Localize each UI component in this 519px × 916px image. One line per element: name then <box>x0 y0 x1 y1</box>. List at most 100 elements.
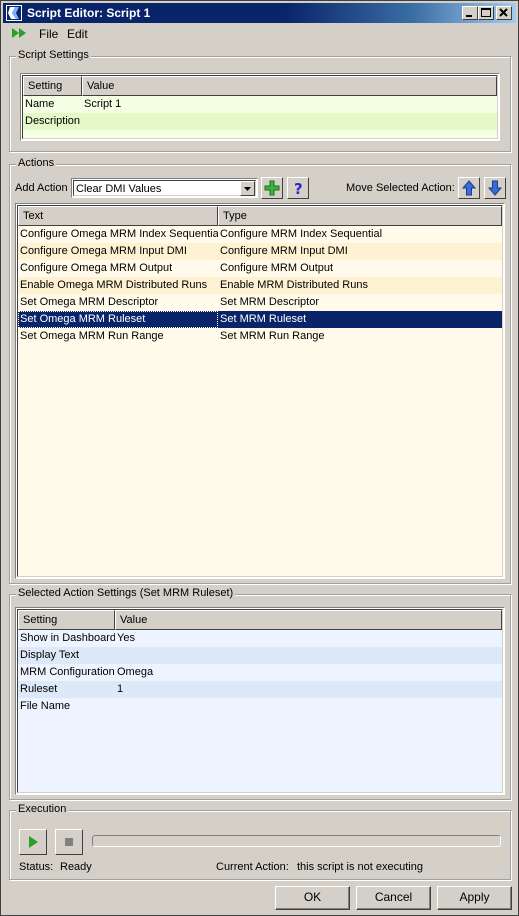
actions-group: Actions Add Action Clear DMI Values ? Mo… <box>9 157 511 584</box>
status-value: Ready <box>60 861 92 873</box>
help-button[interactable]: ? <box>287 177 309 199</box>
script-settings-group: Script Settings Setting Value Name Scrip… <box>9 49 511 152</box>
execution-progress-bar <box>92 835 501 847</box>
script-editor-app-icon <box>6 5 22 21</box>
action-row[interactable]: Configure Omega MRM Output Configure MRM … <box>18 260 502 277</box>
action-text-cell: Set Omega MRM Run Range <box>20 330 164 342</box>
help-icon: ? <box>294 180 303 196</box>
setting-name-cell: Show in Dashboard <box>20 632 115 644</box>
setting-value-cell[interactable]: Yes <box>115 630 502 647</box>
setting-name-cell: File Name <box>20 700 71 712</box>
close-button[interactable] <box>496 6 512 20</box>
current-action-value: this script is not executing <box>297 861 423 873</box>
script-settings-title: Script Settings <box>16 49 91 61</box>
setting-value-cell[interactable] <box>115 647 502 664</box>
action-text-cell: Configure Omega MRM Input DMI <box>20 245 187 257</box>
setting-value-cell[interactable]: Omega <box>115 664 502 681</box>
chevron-down-icon[interactable] <box>240 181 255 196</box>
table-header: Setting Value <box>23 76 497 96</box>
action-type-cell: Enable MRM Distributed Runs <box>220 279 368 291</box>
move-down-icon <box>487 180 503 196</box>
selected-action-settings-title: Selected Action Settings (Set MRM Rulese… <box>16 587 236 599</box>
menu-edit[interactable]: Edit <box>67 27 88 41</box>
table-header: Setting Value <box>18 610 502 630</box>
minimize-button[interactable] <box>462 6 478 20</box>
setting-value-cell[interactable]: 1 <box>115 681 502 698</box>
menu-bar: File Edit <box>3 25 516 43</box>
setting-row[interactable]: Display Text <box>18 647 502 664</box>
add-action-button[interactable] <box>261 177 283 199</box>
title-bar[interactable]: Script Editor: Script 1 <box>3 3 516 23</box>
table-row[interactable]: Description <box>23 113 497 130</box>
execution-title: Execution <box>16 803 69 815</box>
action-text-cell: Enable Omega MRM Distributed Runs <box>20 279 208 291</box>
ok-button[interactable]: OK <box>275 886 350 910</box>
setting-row[interactable]: Ruleset 1 <box>18 681 502 698</box>
table-row-empty <box>23 130 497 138</box>
setting-row[interactable]: Show in Dashboard Yes <box>18 630 502 647</box>
action-text-cell: Configure Omega MRM Index Sequential <box>20 228 218 240</box>
move-up-button[interactable] <box>458 177 480 199</box>
stop-icon <box>65 838 73 846</box>
value-cell[interactable]: Script 1 <box>82 96 497 113</box>
add-action-value: Clear DMI Values <box>76 183 162 195</box>
script-editor-window: Script Editor: Script 1 File Edit Script… <box>0 0 519 916</box>
add-action-label: Add Action <box>15 182 68 194</box>
action-row[interactable]: Set Omega MRM Ruleset Set MRM Ruleset <box>18 311 502 328</box>
column-header-value[interactable]: Value <box>82 76 497 96</box>
action-type-cell: Set MRM Ruleset <box>220 313 307 325</box>
action-type-cell: Configure MRM Output <box>220 262 334 274</box>
setting-cell: Name <box>25 98 55 110</box>
setting-row[interactable]: MRM Configuration Omega <box>18 664 502 681</box>
window-title: Script Editor: Script 1 <box>27 6 151 20</box>
column-header-setting[interactable]: Setting <box>18 610 115 630</box>
column-header-text[interactable]: Text <box>18 206 218 226</box>
current-action-label: Current Action: <box>216 861 289 873</box>
action-row[interactable]: Set Omega MRM Run Range Set MRM Run Range <box>18 328 502 345</box>
setting-cell: Description <box>25 115 81 127</box>
script-settings-table: Setting Value Name Script 1 Description <box>20 73 500 141</box>
actions-table: Text Type Configure Omega MRM Index Sequ… <box>15 203 505 579</box>
column-header-value[interactable]: Value <box>115 610 502 630</box>
status-label: Status: <box>19 861 54 873</box>
cancel-button[interactable]: Cancel <box>356 886 431 910</box>
svg-text:?: ? <box>294 180 303 196</box>
action-type-cell: Set MRM Descriptor <box>220 296 320 308</box>
move-up-icon <box>461 180 477 196</box>
table-header: Text Type <box>18 206 502 226</box>
action-type-cell: Configure MRM Index Sequential <box>220 228 383 240</box>
action-type-cell: Configure MRM Input DMI <box>220 245 348 257</box>
action-row[interactable]: Set Omega MRM Descriptor Set MRM Descript… <box>18 294 502 311</box>
move-selected-action-label: Move Selected Action: <box>346 182 455 194</box>
selected-action-settings-group: Selected Action Settings (Set MRM Rulese… <box>9 587 511 800</box>
setting-name-cell: Display Text <box>20 649 80 661</box>
setting-name-cell: Ruleset <box>20 683 58 695</box>
column-header-setting[interactable]: Setting <box>23 76 82 96</box>
menu-file[interactable]: File <box>39 27 58 41</box>
maximize-button[interactable] <box>478 6 494 20</box>
action-row[interactable]: Enable Omega MRM Distributed Runs Enable … <box>18 277 502 294</box>
action-text-cell: Set Omega MRM Ruleset <box>18 311 218 328</box>
action-row[interactable]: Configure Omega MRM Index Sequential Conf… <box>18 226 502 243</box>
selected-action-settings-table: Setting Value Show in Dashboard Yes Displa… <box>15 607 505 795</box>
value-cell[interactable] <box>82 113 497 130</box>
move-down-button[interactable] <box>484 177 506 199</box>
run-script-icon[interactable] <box>11 27 29 42</box>
execution-group: Execution Status: Ready Current Action: … <box>9 803 511 880</box>
setting-name-cell: MRM Configuration <box>20 666 115 678</box>
play-icon <box>29 836 38 848</box>
add-action-select[interactable]: Clear DMI Values <box>71 178 258 198</box>
play-button[interactable] <box>19 829 47 855</box>
actions-title: Actions <box>16 157 57 169</box>
setting-row[interactable]: File Name <box>18 698 502 715</box>
setting-value-cell[interactable] <box>115 698 502 715</box>
table-row[interactable]: Name Script 1 <box>23 96 497 113</box>
apply-button[interactable]: Apply <box>437 886 512 910</box>
action-row[interactable]: Configure Omega MRM Input DMI Configure M… <box>18 243 502 260</box>
add-action-icon <box>264 180 280 196</box>
stop-button[interactable] <box>55 829 83 855</box>
action-text-cell: Configure Omega MRM Output <box>20 262 173 274</box>
column-header-type[interactable]: Type <box>218 206 502 226</box>
action-text-cell: Set Omega MRM Descriptor <box>20 296 159 308</box>
action-type-cell: Set MRM Run Range <box>220 330 325 342</box>
